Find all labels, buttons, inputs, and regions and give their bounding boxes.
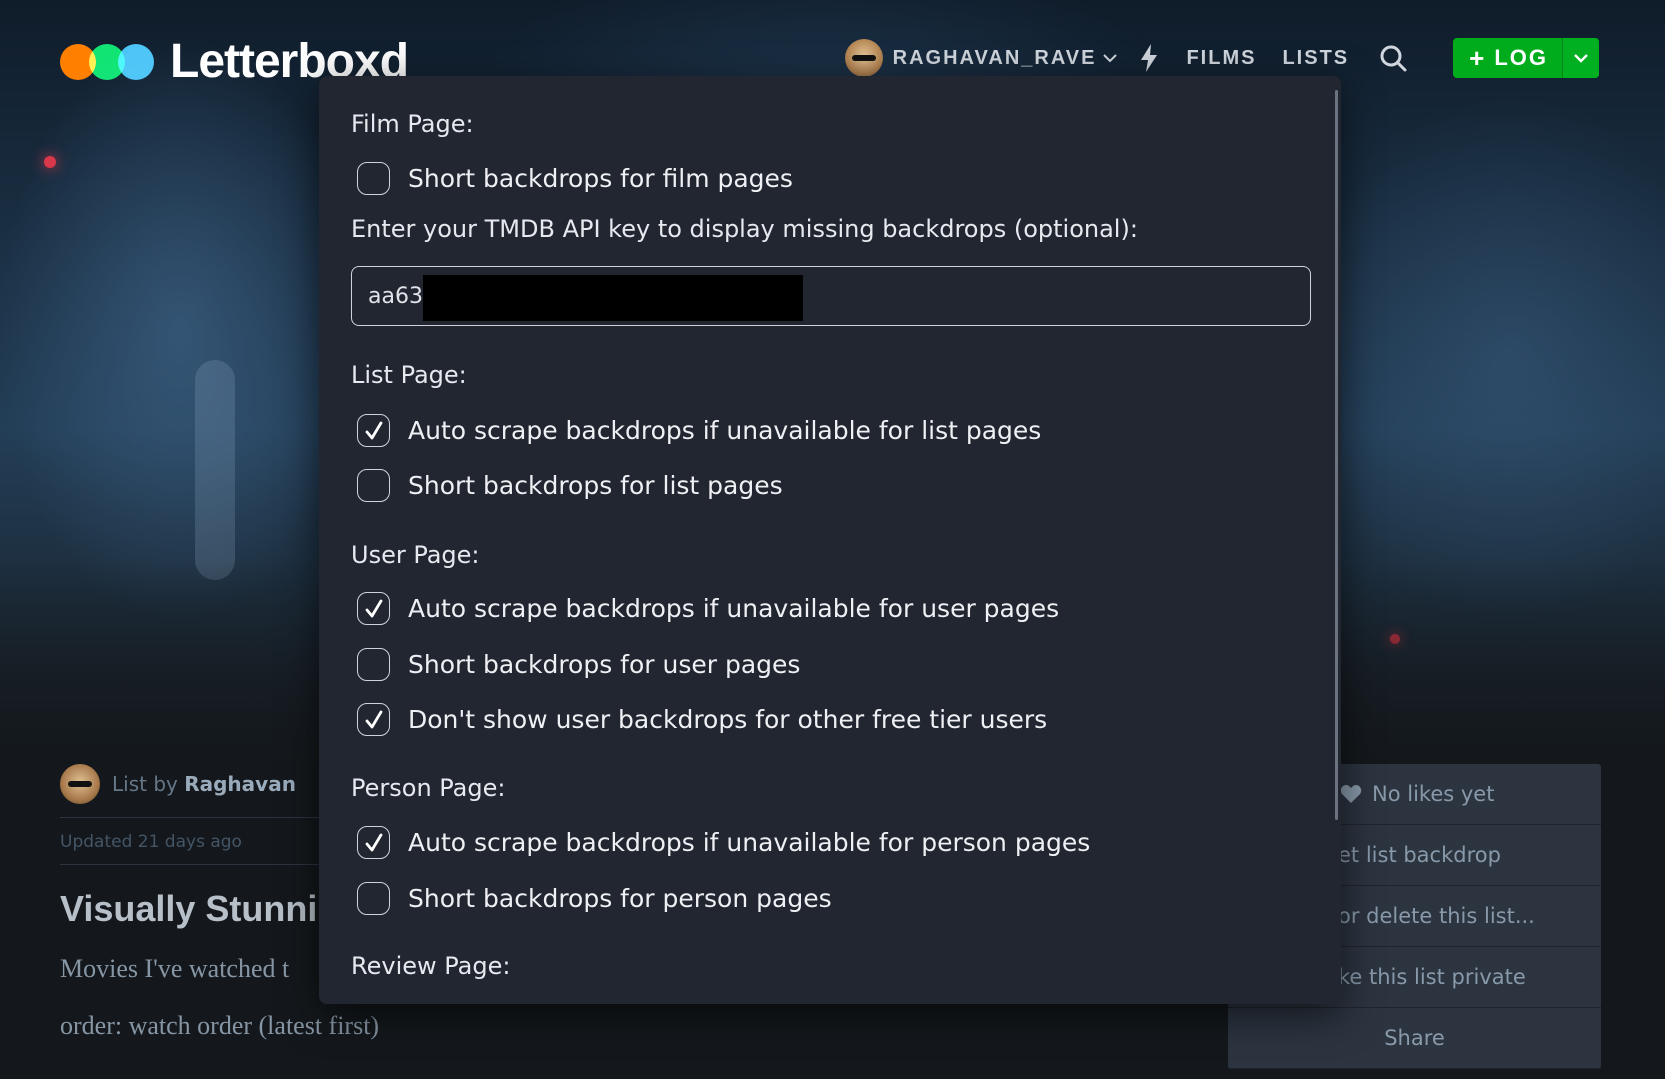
log-button-main[interactable]: + LOG: [1453, 38, 1562, 78]
person-auto-scrape-option[interactable]: Auto scrape backdrops if unavailable for…: [357, 826, 1090, 859]
list-description-line: Movies I've watched t: [60, 954, 290, 983]
checkmark-icon: [365, 833, 382, 851]
list-page-heading: List Page:: [351, 361, 467, 389]
checkmark-icon: [365, 421, 382, 439]
user-avatar[interactable]: [844, 39, 883, 77]
option-label: Short backdrops for film pages: [408, 164, 793, 193]
log-dropdown-toggle[interactable]: [1562, 38, 1599, 78]
option-label: Auto scrape backdrops if unavailable for…: [408, 416, 1042, 445]
divider: [60, 817, 320, 818]
heart-icon: [1340, 785, 1362, 803]
nav-films-link[interactable]: FILMS: [1186, 47, 1256, 70]
list-description-line: order: watch order (latest first): [60, 1011, 380, 1040]
user-menu[interactable]: RAGHAVAN_RAVE: [893, 47, 1097, 70]
author-avatar[interactable]: [60, 764, 100, 804]
user-auto-scrape-option[interactable]: Auto scrape backdrops if unavailable for…: [357, 592, 1059, 625]
redaction-box: [423, 275, 803, 321]
checkmark-icon: [365, 599, 382, 617]
list-short-backdrops-option[interactable]: Short backdrops for list pages: [357, 469, 783, 502]
option-label: Short backdrops for user pages: [408, 650, 801, 679]
list-short-backdrops-checkbox[interactable]: [357, 469, 390, 502]
likes-text: No likes yet: [1372, 782, 1495, 806]
option-label: Auto scrape backdrops if unavailable for…: [408, 828, 1091, 857]
option-label: Short backdrops for person pages: [408, 884, 832, 913]
chevron-down-icon: [1574, 54, 1588, 63]
chevron-down-icon[interactable]: [1102, 50, 1118, 66]
user-short-backdrops-checkbox[interactable]: [357, 648, 390, 681]
main-nav: RAGHAVAN_RAVE FILMS LISTS + LOG: [844, 38, 1599, 78]
backdrop-settings-popup: Film Page: Short backdrops for film page…: [319, 76, 1341, 1004]
film-short-backdrops-checkbox[interactable]: [357, 162, 390, 195]
film-short-backdrops-option[interactable]: Short backdrops for film pages: [357, 162, 793, 195]
logo-dots-icon: [60, 43, 154, 80]
person-auto-scrape-checkbox[interactable]: [357, 826, 390, 859]
list-auto-scrape-option[interactable]: Auto scrape backdrops if unavailable for…: [357, 414, 1041, 447]
hide-free-tier-checkbox[interactable]: [357, 703, 390, 736]
divider: [60, 864, 320, 865]
api-key-label: Enter your TMDB API key to display missi…: [351, 215, 1138, 243]
list-title: Visually Stunni: [60, 888, 318, 929]
city-light: [195, 360, 235, 580]
review-page-heading: Review Page:: [351, 952, 511, 980]
hide-free-tier-option[interactable]: Don't show user backdrops for other free…: [357, 703, 1047, 736]
plus-icon: +: [1469, 42, 1487, 73]
person-page-heading: Person Page:: [351, 774, 506, 802]
person-short-backdrops-option[interactable]: Short backdrops for person pages: [357, 882, 832, 915]
film-page-heading: Film Page:: [351, 110, 474, 138]
user-auto-scrape-checkbox[interactable]: [357, 592, 390, 625]
updated-timestamp: Updated 21 days ago: [60, 832, 242, 852]
city-light: [44, 156, 56, 168]
log-button[interactable]: + LOG: [1453, 38, 1599, 78]
option-label: Short backdrops for list pages: [408, 471, 783, 500]
list-by-prefix: List by: [112, 772, 178, 796]
activity-bolt-icon[interactable]: [1138, 43, 1160, 73]
nav-lists-link[interactable]: LISTS: [1282, 47, 1349, 70]
list-by-text: List by Raghavan: [112, 772, 296, 796]
user-short-backdrops-option[interactable]: Short backdrops for user pages: [357, 648, 800, 681]
logo-dot-blue: [118, 43, 154, 80]
log-button-label: LOG: [1494, 45, 1548, 70]
search-icon[interactable]: [1379, 44, 1407, 72]
list-author: List by Raghavan: [60, 764, 296, 804]
option-label: Don't show user backdrops for other free…: [408, 705, 1048, 734]
person-short-backdrops-checkbox[interactable]: [357, 882, 390, 915]
list-owner-link[interactable]: Raghavan: [184, 772, 296, 796]
list-auto-scrape-checkbox[interactable]: [357, 414, 390, 447]
user-page-heading: User Page:: [351, 541, 480, 569]
popup-scrollbar[interactable]: [1335, 90, 1338, 820]
share-button[interactable]: Share: [1228, 1008, 1601, 1069]
option-label: Auto scrape backdrops if unavailable for…: [408, 594, 1060, 623]
checkmark-icon: [365, 710, 382, 728]
